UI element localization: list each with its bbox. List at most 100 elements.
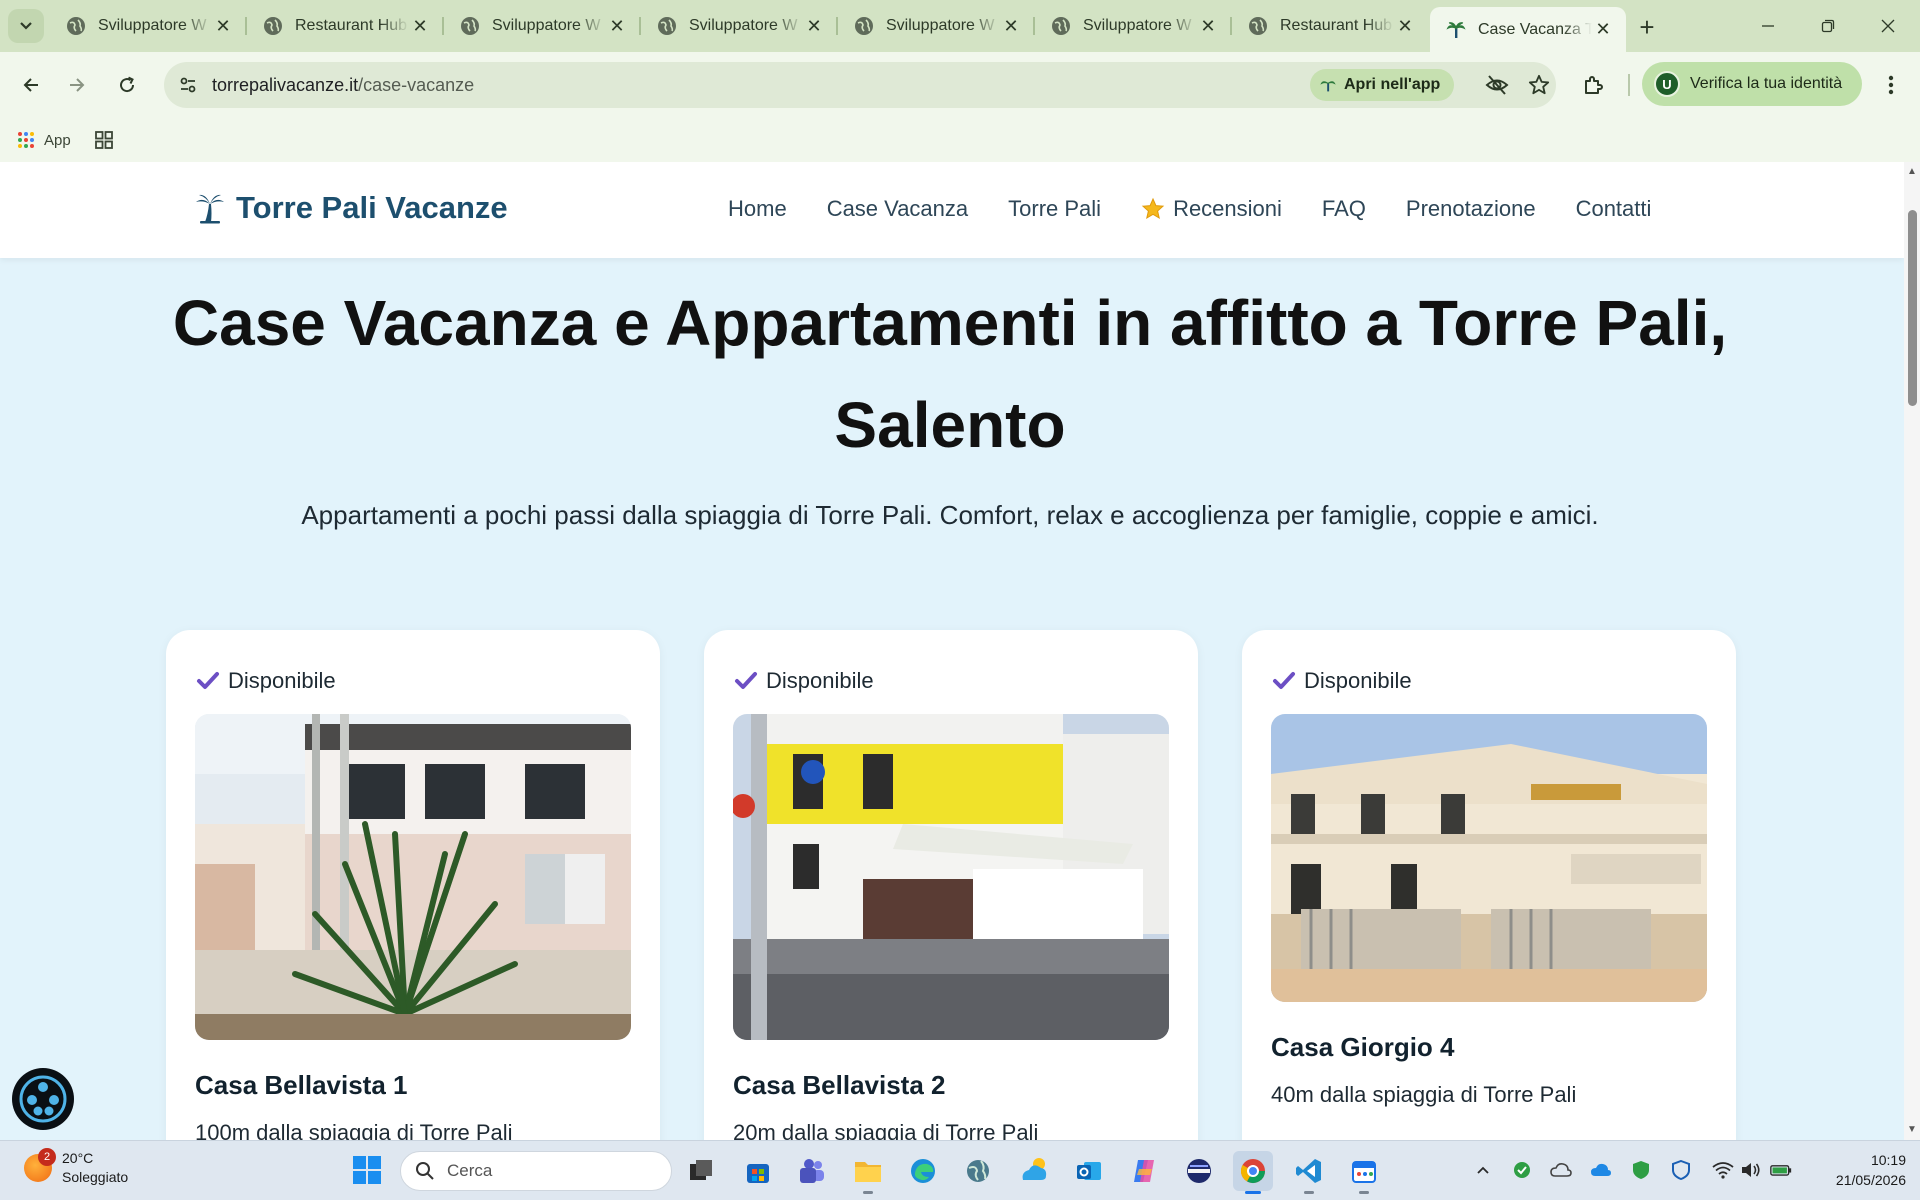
volume-icon[interactable]	[1740, 1159, 1762, 1181]
weather-temp: 20°C	[62, 1150, 94, 1166]
tray-chevron-up-icon[interactable]	[1472, 1159, 1494, 1181]
property-card[interactable]: Disponibile	[166, 630, 660, 1140]
availability-badge: Disponibile	[196, 668, 336, 694]
tab-title: Sviluppatore W	[886, 17, 995, 34]
close-window-button[interactable]	[1860, 8, 1916, 44]
onedrive-icon[interactable]	[1590, 1159, 1612, 1181]
taskbar-app-edge[interactable]	[903, 1151, 943, 1191]
nav-recensioni[interactable]: Recensioni	[1141, 196, 1282, 222]
bookmarks-bar: App	[0, 118, 1920, 162]
taskbar-app-vpn[interactable]	[958, 1151, 998, 1191]
nav-torre-pali[interactable]: Torre Pali	[1008, 196, 1101, 222]
nav-faq[interactable]: FAQ	[1322, 196, 1366, 222]
close-icon[interactable]: ✕	[212, 15, 234, 37]
site-logo[interactable]: Torre Pali Vacanze	[194, 190, 508, 226]
close-icon[interactable]: ✕	[1000, 15, 1022, 37]
tab-title: Sviluppatore W	[98, 17, 207, 34]
wifi-icon[interactable]	[1712, 1159, 1734, 1181]
close-icon[interactable]: ✕	[1394, 15, 1416, 37]
start-button[interactable]	[352, 1155, 382, 1185]
bookmark-apps[interactable]: App	[16, 126, 71, 154]
scroll-down-icon[interactable]: ▼	[1907, 1124, 1917, 1135]
scrollbar-thumb[interactable]	[1908, 210, 1917, 406]
defender-icon[interactable]	[1670, 1159, 1692, 1181]
property-photo[interactable]	[733, 714, 1169, 1040]
taskbar-search[interactable]: Cerca	[400, 1151, 672, 1191]
security-check-icon[interactable]	[1511, 1159, 1533, 1181]
taskbar-app-chrome[interactable]	[1233, 1151, 1273, 1194]
nav-case-vacanza[interactable]: Case Vacanza	[827, 196, 968, 222]
windows-icon	[353, 1156, 381, 1184]
property-photo[interactable]	[195, 714, 631, 1040]
browser-tab[interactable]: Restaurant Hub ✕	[1232, 7, 1428, 45]
minimize-button[interactable]	[1740, 8, 1796, 44]
page-subtitle: Appartamenti a pochi passi dalla spiaggi…	[301, 500, 1599, 530]
taskbar-app-teams[interactable]	[792, 1151, 832, 1191]
browser-tab[interactable]: Sviluppatore W ✕	[641, 7, 838, 45]
open-in-app-button[interactable]: Apri nell'app	[1310, 69, 1455, 101]
taskbar-app-store[interactable]	[738, 1151, 778, 1191]
back-button[interactable]	[12, 66, 50, 104]
restore-icon	[1821, 19, 1835, 33]
property-card[interactable]: Disponibile Casa Bellavista 2 20m dalla …	[704, 630, 1198, 1140]
property-name[interactable]: Casa Bellavista 2	[733, 1070, 945, 1101]
taskbar-app-explorer[interactable]	[848, 1151, 888, 1194]
tab-groups-button[interactable]	[94, 126, 114, 154]
taskbar-app-outlook[interactable]	[1069, 1151, 1109, 1191]
nav-home[interactable]: Home	[728, 196, 787, 222]
accessibility-button[interactable]	[12, 1068, 74, 1130]
address-bar[interactable]: torrepalivacanze.it/case-vacanze Apri ne…	[164, 62, 1556, 108]
taskbar-app-copilot[interactable]	[1124, 1151, 1164, 1191]
browser-tab-active[interactable]: Case Vacanza To ✕	[1430, 7, 1626, 52]
restore-button[interactable]	[1800, 8, 1856, 44]
vpn-shield-icon[interactable]	[1630, 1159, 1652, 1181]
browser-tab[interactable]: Sviluppatore W ✕	[444, 7, 641, 45]
property-name[interactable]: Casa Giorgio 4	[1271, 1032, 1455, 1063]
apps-grid-icon	[18, 132, 34, 148]
nav-contatti[interactable]: Contatti	[1576, 196, 1652, 222]
property-name[interactable]: Casa Bellavista 1	[195, 1070, 407, 1101]
new-tab-button[interactable]: +	[1632, 12, 1662, 42]
taskbar-app-vscode[interactable]	[1289, 1151, 1329, 1194]
tab-search-button[interactable]	[8, 9, 44, 43]
page-scrollbar[interactable]: ▲ ▼	[1904, 162, 1920, 1140]
taskbar-app-calendar[interactable]	[1344, 1151, 1384, 1194]
property-distance: 100m dalla spiaggia di Torre Pali	[195, 1120, 513, 1140]
property-card[interactable]: Disponibile	[1242, 630, 1736, 1140]
site-info-icon[interactable]	[174, 71, 202, 99]
close-icon[interactable]: ✕	[1197, 15, 1219, 37]
close-icon[interactable]: ✕	[1592, 19, 1614, 41]
taskbar-app-media[interactable]	[1179, 1151, 1219, 1191]
browser-tab[interactable]: Sviluppatore W ✕	[1035, 7, 1232, 45]
site-nav: Home Case Vacanza Torre Pali Recensioni …	[728, 196, 1651, 222]
scroll-up-icon[interactable]: ▲	[1907, 166, 1917, 177]
toolbar-divider	[1628, 74, 1630, 96]
weather-widget[interactable]: 2 20°C Soleggiato	[24, 1148, 128, 1187]
palm-tree-icon	[196, 194, 224, 224]
eye-off-icon[interactable]	[1482, 70, 1512, 100]
browser-tab[interactable]: Sviluppatore W ✕	[838, 7, 1035, 45]
profile-button[interactable]: U Verifica la tua identità	[1642, 62, 1862, 106]
close-icon[interactable]: ✕	[409, 15, 431, 37]
task-view-button[interactable]	[681, 1151, 721, 1191]
battery-icon[interactable]	[1770, 1159, 1792, 1181]
forward-button[interactable]	[58, 66, 96, 104]
taskbar-app-weather[interactable]	[1014, 1151, 1054, 1191]
availability-label: Disponibile	[228, 668, 336, 693]
reload-button[interactable]	[108, 66, 146, 104]
globe-icon	[658, 17, 676, 35]
arrow-right-icon	[70, 78, 85, 92]
close-icon[interactable]: ✕	[803, 15, 825, 37]
address-path: /case-vacanze	[358, 75, 475, 95]
address-domain: torrepalivacanze.it	[212, 75, 359, 95]
browser-menu-button[interactable]	[1872, 66, 1910, 104]
cloud-icon[interactable]	[1550, 1159, 1572, 1181]
property-photo[interactable]	[1271, 714, 1707, 1002]
nav-prenotazione[interactable]: Prenotazione	[1406, 196, 1536, 222]
browser-tab[interactable]: Sviluppatore W ✕	[50, 7, 247, 45]
close-icon[interactable]: ✕	[606, 15, 628, 37]
bookmark-star-icon[interactable]	[1524, 70, 1554, 100]
system-clock[interactable]: 10:19 21/05/2026	[1806, 1150, 1906, 1190]
browser-tab[interactable]: Restaurant Hub ✕	[247, 7, 444, 45]
extensions-button[interactable]	[1574, 66, 1612, 104]
